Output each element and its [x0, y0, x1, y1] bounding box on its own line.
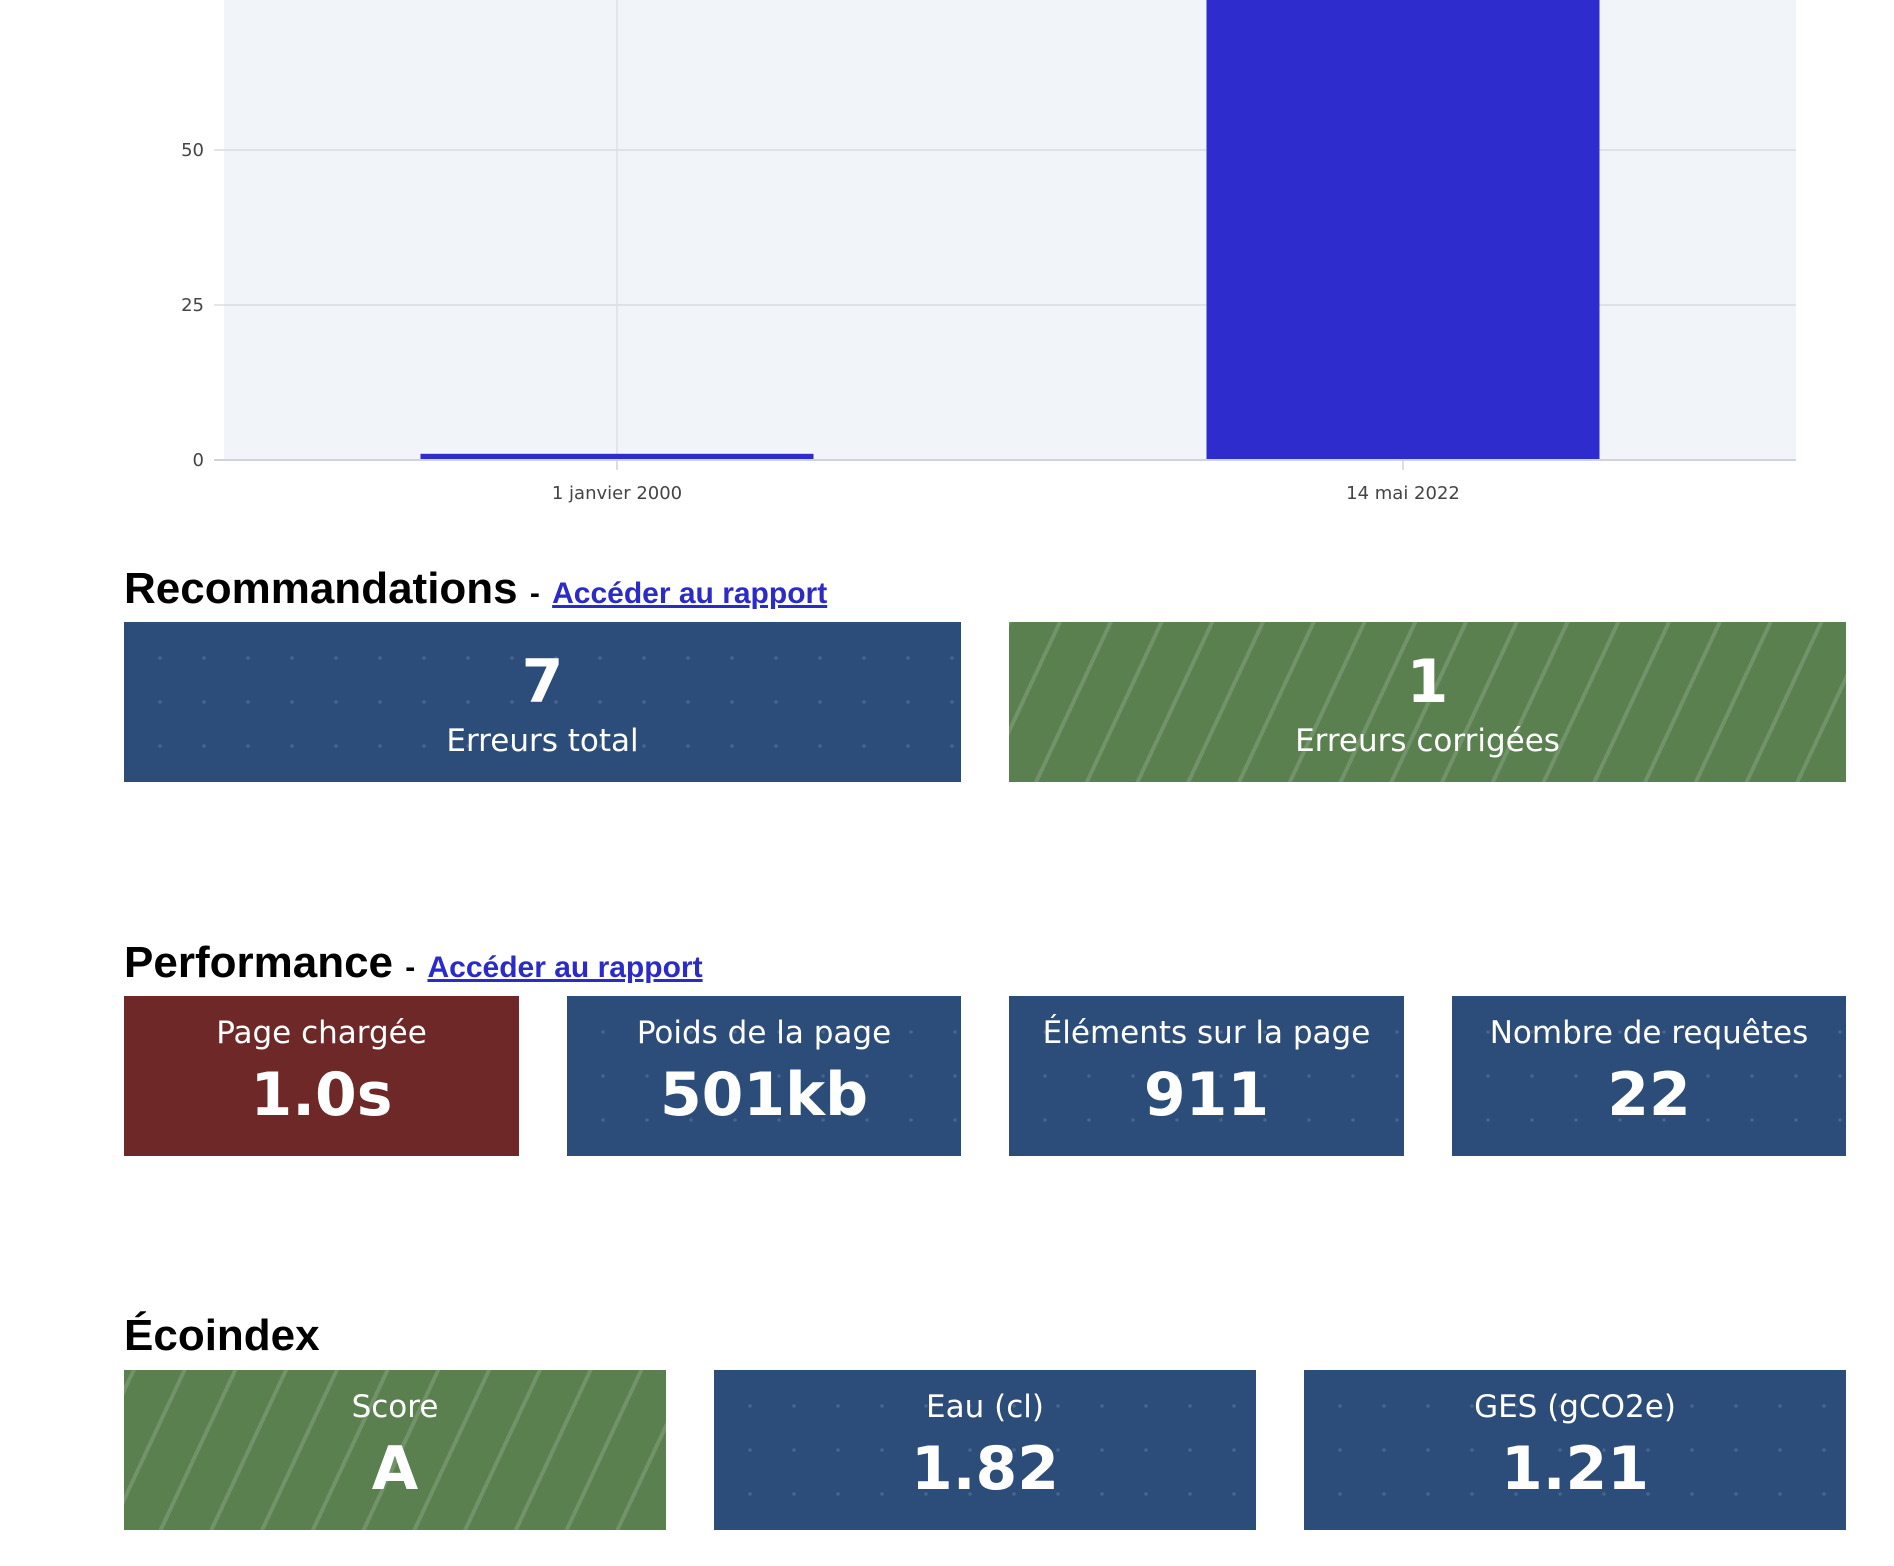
x-tick-label: 14 mai 2022	[1346, 483, 1460, 504]
ecoindex-title: Écoindex	[124, 1311, 320, 1360]
request-count-label: Nombre de requêtes	[1489, 1015, 1809, 1051]
page-elements-label: Éléments sur la page	[1042, 1015, 1371, 1051]
chart-bar	[1206, 0, 1600, 461]
recommandations-report-link[interactable]: Accéder au rapport	[552, 577, 827, 610]
ghg-value: 1.21	[1500, 1434, 1650, 1504]
page-weight-value: 501kb	[659, 1060, 869, 1130]
errors-fixed-label: Erreurs corrigées	[1295, 723, 1560, 759]
page-load-card: Page chargée 1.0s	[124, 996, 519, 1156]
page-load-value: 1.0s	[250, 1060, 393, 1130]
performance-separator: -	[405, 951, 416, 984]
ecoindex-score-label: Score	[351, 1389, 439, 1425]
recommandations-title: Recommandations	[124, 564, 518, 613]
errors-total-card: 7 Erreurs total	[124, 622, 961, 782]
ecoindex-score-value: A	[371, 1434, 419, 1504]
errors-total-value: 7	[521, 647, 564, 717]
water-label: Eau (cl)	[926, 1389, 1044, 1425]
history-bar-chart: 0 25 50 1 janvier 2000 14 mai 2022	[181, 0, 1796, 504]
performance-title: Performance	[124, 938, 394, 987]
ghg-card: GES (gCO2e) 1.21	[1304, 1370, 1846, 1530]
performance-report-link[interactable]: Accéder au rapport	[427, 951, 702, 984]
recommandations-heading: Recommandations - Accéder au rapport	[124, 567, 827, 611]
ghg-label: GES (gCO2e)	[1474, 1389, 1676, 1425]
request-count-card: Nombre de requêtes 22	[1452, 996, 1846, 1156]
dashboard-page: 0 25 50 1 janvier 2000 14 mai 2022 Recommand…	[0, 0, 1894, 1566]
errors-fixed-card: 1 Erreurs corrigées	[1009, 622, 1846, 782]
y-tick-label: 50	[181, 140, 204, 161]
performance-heading: Performance - Accéder au rapport	[124, 941, 703, 985]
recommandations-separator: -	[529, 577, 540, 610]
water-card: Eau (cl) 1.82	[714, 1370, 1256, 1530]
y-tick-label: 0	[193, 450, 204, 471]
page-weight-card: Poids de la page 501kb	[567, 996, 961, 1156]
y-tick-label: 25	[181, 295, 204, 316]
ecoindex-score-card: Score A	[124, 1370, 666, 1530]
page-load-label: Page chargée	[216, 1015, 427, 1051]
request-count-value: 22	[1607, 1060, 1691, 1130]
page-elements-value: 911	[1143, 1060, 1270, 1130]
ecoindex-heading: Écoindex	[124, 1314, 320, 1358]
water-value: 1.82	[910, 1434, 1060, 1504]
page-weight-label: Poids de la page	[636, 1015, 892, 1051]
x-tick-label: 1 janvier 2000	[552, 483, 682, 504]
page-elements-card: Éléments sur la page 911	[1009, 996, 1404, 1156]
errors-fixed-value: 1	[1406, 647, 1449, 717]
errors-total-label: Erreurs total	[446, 723, 639, 759]
